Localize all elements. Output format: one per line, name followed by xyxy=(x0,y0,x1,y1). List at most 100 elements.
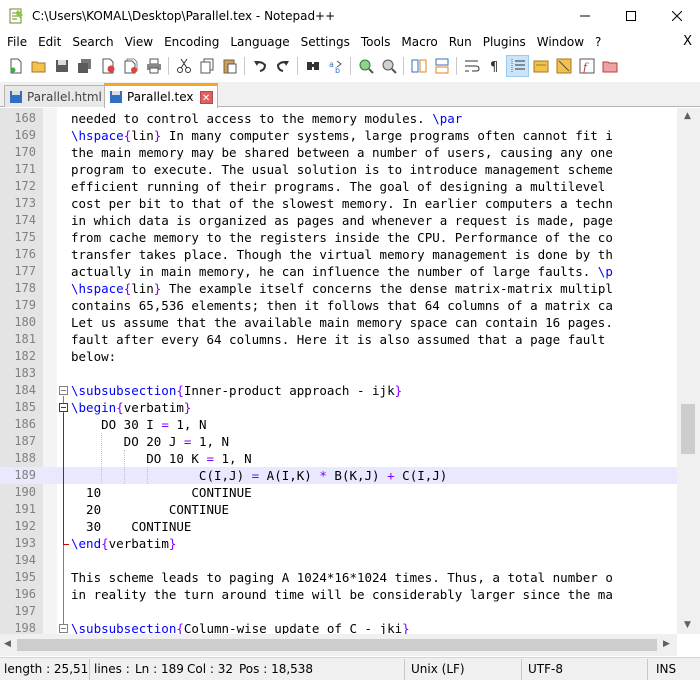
text-run: This scheme leads to paging A 1024*16*10… xyxy=(71,570,613,585)
code-line[interactable]: 184 \subsubsection{Inner-product approach… xyxy=(0,382,677,399)
line-number: 191 xyxy=(14,502,36,516)
word-wrap-button[interactable] xyxy=(460,55,483,77)
close-window-button[interactable] xyxy=(654,0,700,31)
scroll-right-arrow-icon[interactable]: ▶ xyxy=(663,639,670,649)
replace-icon: ab xyxy=(329,60,342,74)
text-run: contains 65,536 elements; then it follow… xyxy=(71,298,613,313)
toolbar-separator xyxy=(350,57,351,75)
code-line[interactable]: 183 xyxy=(0,365,677,382)
menu-window[interactable]: Window xyxy=(533,31,588,53)
paste-button[interactable] xyxy=(218,55,241,77)
status-eol[interactable]: Unix (LF) xyxy=(405,658,522,680)
tab-close-button[interactable]: ✕ xyxy=(199,90,213,104)
status-encoding[interactable]: UTF-8 xyxy=(522,658,648,680)
code-line[interactable]: 197 xyxy=(0,603,677,620)
folder-workspace-button[interactable] xyxy=(598,55,621,77)
tab-parallel-tex[interactable]: Parallel.tex ✕ xyxy=(104,83,218,108)
scroll-up-arrow-icon[interactable]: ▲ xyxy=(684,111,691,121)
menu-view[interactable]: View xyxy=(121,31,157,53)
menu-search[interactable]: Search xyxy=(68,31,117,53)
sync-horizontal-button[interactable] xyxy=(430,55,453,77)
code-line[interactable]: 192 30 CONTINUE xyxy=(0,518,677,535)
maximize-button[interactable] xyxy=(608,0,654,31)
menu-run[interactable]: Run xyxy=(445,31,476,53)
line-text: \begin{verbatim} xyxy=(71,399,191,416)
menu-file[interactable]: File xyxy=(3,31,31,53)
code-line[interactable]: 185 \begin{verbatim} xyxy=(0,399,677,416)
scroll-down-arrow-icon[interactable]: ▼ xyxy=(684,620,691,630)
code-line[interactable]: 173 cost per bit to that of the slowest m… xyxy=(0,195,677,212)
menu-macro[interactable]: Macro xyxy=(397,31,441,53)
code-line[interactable]: 178 \hspace{lin} The example itself conce… xyxy=(0,280,677,297)
menu-language[interactable]: Language xyxy=(226,31,293,53)
vertical-scroll-thumb[interactable] xyxy=(681,404,695,454)
line-number: 186 xyxy=(14,417,36,431)
code-line[interactable]: 186 DO 30 I = 1, N xyxy=(0,416,677,433)
code-line[interactable]: 191 20 CONTINUE xyxy=(0,501,677,518)
code-line[interactable]: 169 \hspace{lin} In many computer systems… xyxy=(0,127,677,144)
text-run: B(K,J) xyxy=(326,468,388,483)
redo-button[interactable] xyxy=(271,55,294,77)
menu-settings[interactable]: Settings xyxy=(297,31,354,53)
scroll-left-arrow-icon[interactable]: ◀ xyxy=(4,639,11,649)
copy-button[interactable] xyxy=(195,55,218,77)
horizontal-scrollbar[interactable]: ◀ ▶ xyxy=(0,634,677,656)
toolbar-separator xyxy=(403,57,404,75)
undo-button[interactable] xyxy=(248,55,271,77)
save-all-button[interactable] xyxy=(73,55,96,77)
code-line[interactable]: 181 fault after every 64 columns. Here it… xyxy=(0,331,677,348)
find-button[interactable] xyxy=(301,55,324,77)
code-line[interactable]: 176 transfer takes place. Though the virt… xyxy=(0,246,677,263)
line-text: fault after every 64 columns. Here it is… xyxy=(71,331,613,348)
horizontal-scroll-thumb[interactable] xyxy=(17,639,657,651)
minimize-button[interactable] xyxy=(562,0,608,31)
indent-guide-button[interactable] xyxy=(506,55,529,77)
print-button[interactable] xyxy=(142,55,165,77)
sync-vertical-button[interactable] xyxy=(407,55,430,77)
code-line[interactable]: 175 from cache memory to the registers in… xyxy=(0,229,677,246)
save-button[interactable] xyxy=(50,55,73,77)
code-line[interactable]: 195 This scheme leads to paging A 1024*16… xyxy=(0,569,677,586)
code-line[interactable]: 174 in which data is organized as pages a… xyxy=(0,212,677,229)
zoom-out-button[interactable] xyxy=(377,55,400,77)
show-all-chars-button[interactable]: ¶ xyxy=(483,55,506,77)
status-insert-mode[interactable]: INS xyxy=(648,659,700,680)
vertical-scrollbar[interactable]: ▲ ▼ xyxy=(677,108,700,634)
udl-button[interactable] xyxy=(529,55,552,77)
function-list-button[interactable]: f xyxy=(575,55,598,77)
code-line[interactable]: 193 \end{verbatim} xyxy=(0,535,677,552)
code-line[interactable]: 182 below: xyxy=(0,348,677,365)
code-line[interactable]: 172 efficient running of their programs. … xyxy=(0,178,677,195)
new-file-button[interactable] xyxy=(4,55,27,77)
open-file-button[interactable] xyxy=(27,55,50,77)
editor-area[interactable]: 168 needed to control access to the memor… xyxy=(0,108,677,634)
menu-plugins[interactable]: Plugins xyxy=(479,31,530,53)
fold-marker-icon[interactable] xyxy=(59,403,68,412)
code-line[interactable]: 168 needed to control access to the memor… xyxy=(0,110,677,127)
replace-button[interactable]: ab xyxy=(324,55,347,77)
code-line[interactable]: 179 contains 65,536 elements; then it fol… xyxy=(0,297,677,314)
doc-map-button[interactable] xyxy=(552,55,575,77)
close-all-button[interactable] xyxy=(119,55,142,77)
code-line[interactable]: 198 \subsubsection{Column-wise update of … xyxy=(0,620,677,634)
tab-label: Parallel.html xyxy=(27,89,102,104)
cut-button[interactable] xyxy=(172,55,195,77)
menu-help[interactable]: ? xyxy=(591,31,605,53)
line-number: 184 xyxy=(14,383,36,397)
code-line[interactable]: 190 10 CONTINUE xyxy=(0,484,677,501)
menu-tools[interactable]: Tools xyxy=(357,31,395,53)
menu-edit[interactable]: Edit xyxy=(34,31,65,53)
close-button[interactable] xyxy=(96,55,119,77)
code-line[interactable]: 170 the main memory may be shared between… xyxy=(0,144,677,161)
close-document-button[interactable]: X xyxy=(683,31,692,53)
zoom-in-button[interactable] xyxy=(354,55,377,77)
code-line[interactable]: 177 actually in main memory, he can influ… xyxy=(0,263,677,280)
code-line[interactable]: 171 program to execute. The usual solutio… xyxy=(0,161,677,178)
menu-encoding[interactable]: Encoding xyxy=(160,31,223,53)
code-line[interactable]: 194 xyxy=(0,552,677,569)
fold-marker-icon[interactable] xyxy=(59,386,68,395)
code-line[interactable]: 196 in reality the turn around time will … xyxy=(0,586,677,603)
text-run: 10 CONTINUE xyxy=(71,485,252,500)
fold-marker-icon[interactable] xyxy=(59,624,68,633)
code-line[interactable]: 180 Let us assume that the available main… xyxy=(0,314,677,331)
